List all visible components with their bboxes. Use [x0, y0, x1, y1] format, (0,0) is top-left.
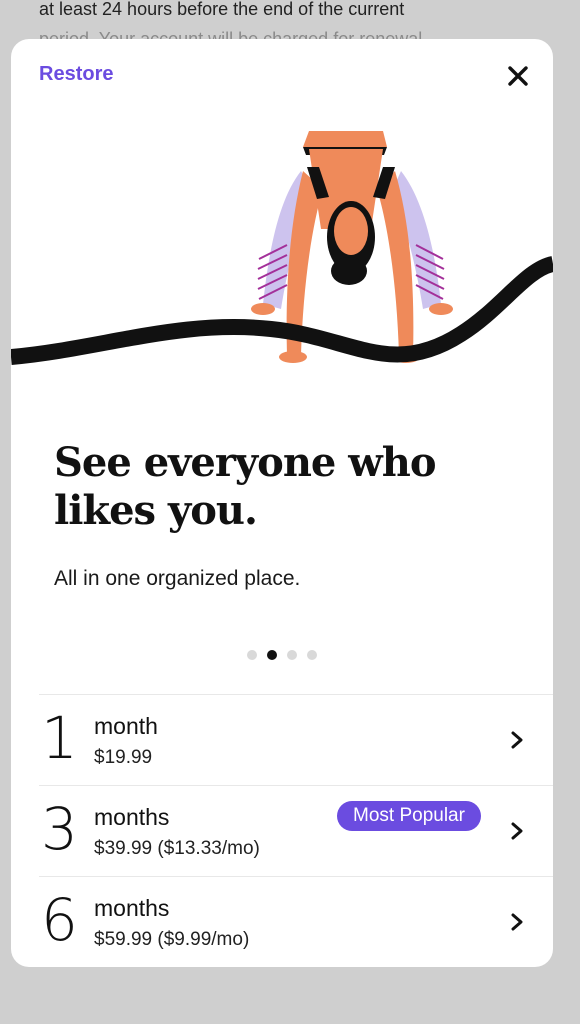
plan-duration-number: 1	[41, 704, 78, 772]
subscription-sheet: Restore See everyone who likes you. All …	[11, 39, 553, 967]
carousel-dot-active[interactable]	[267, 650, 277, 660]
page-title: See everyone who likes you.	[54, 439, 504, 535]
carousel-dot[interactable]	[307, 650, 317, 660]
chevron-right-icon	[511, 822, 523, 840]
plan-duration-unit: months	[94, 895, 170, 921]
plan-option-1-month[interactable]: 1 month $19.99	[39, 694, 553, 785]
plan-duration-unit: months	[94, 804, 170, 830]
carousel-dot[interactable]	[247, 650, 257, 660]
chevron-right-icon	[511, 913, 523, 931]
plan-duration-number: 3	[41, 795, 78, 863]
plan-option-6-months[interactable]: 6 months $59.99 ($9.99/mo)	[39, 876, 553, 967]
page-subtitle: All in one organized place.	[54, 567, 301, 590]
plan-option-3-months[interactable]: 3 months $39.99 ($13.33/mo) Most Popular	[39, 785, 553, 876]
plan-duration-number: 6	[41, 886, 78, 954]
plan-price: $59.99 ($9.99/mo)	[94, 929, 250, 950]
terms-line-1: at least 24 hours before the end of the …	[39, 0, 405, 19]
illustration-hips	[303, 131, 387, 147]
illustration-bun	[331, 257, 367, 285]
chevron-right-icon	[511, 731, 523, 749]
illustration-face	[334, 207, 368, 255]
most-popular-badge: Most Popular	[337, 801, 481, 831]
plan-price: $39.99 ($13.33/mo)	[94, 838, 260, 859]
carousel-pagination	[11, 650, 553, 660]
page-title-line-1: See everyone who	[54, 439, 437, 486]
plan-duration-unit: month	[94, 713, 158, 739]
close-icon[interactable]	[503, 61, 533, 91]
page-title-line-2: likes you.	[54, 487, 258, 534]
restore-button[interactable]: Restore	[39, 63, 113, 86]
yoga-illustration	[11, 131, 553, 365]
plan-list: 1 month $19.99 3 months $39.99 ($13.33/m…	[39, 694, 553, 967]
plan-price: $19.99	[94, 747, 153, 768]
carousel-dot[interactable]	[287, 650, 297, 660]
